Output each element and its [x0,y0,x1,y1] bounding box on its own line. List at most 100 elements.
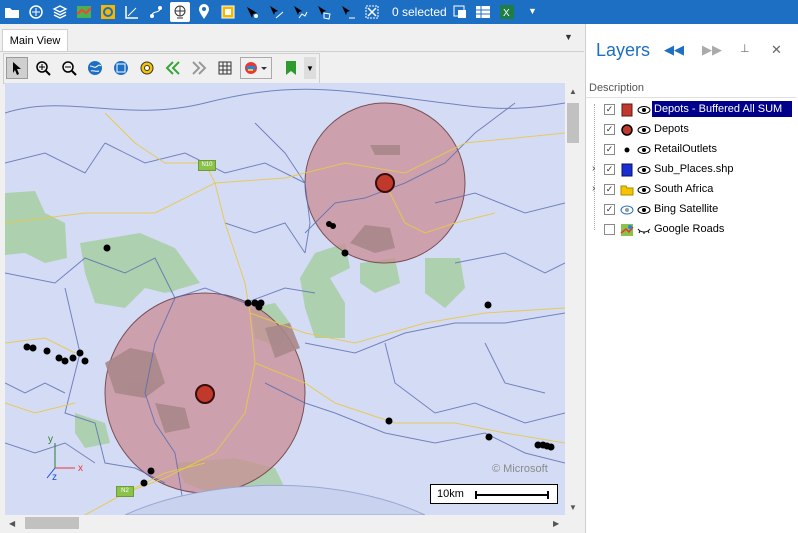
layer-row-bing-satellite[interactable]: ✓ Bing Satellite [586,200,796,220]
selected-count: 0 selected [392,5,447,19]
tab-label: Main View [9,35,61,47]
scroll-right-icon[interactable]: ▶ [553,519,559,528]
dropdown-arrow-icon[interactable]: ▼ [528,6,537,16]
select-box-icon[interactable] [218,2,238,22]
tab-divider [0,51,584,52]
layer-checkbox[interactable]: ✓ [604,144,615,155]
eye-icon[interactable] [637,203,651,217]
layer-row-sub-places[interactable]: › ✓ Sub_Places.shp [586,160,796,180]
vertical-scroll-thumb[interactable] [567,103,579,143]
column-header: Description [586,78,796,98]
globe-icon[interactable] [170,2,190,22]
scale-line [475,491,549,499]
grid-icon[interactable] [214,57,236,79]
zoom-layer-icon[interactable] [110,57,132,79]
ocean-edge [124,484,426,515]
layer-row-depots[interactable]: ✓ Depots [586,120,796,140]
folder-icon[interactable] [2,2,22,22]
layer-checkbox[interactable] [604,224,615,235]
layer-row-google-roads[interactable]: Google Roads [586,220,796,240]
horizontal-scrollbar[interactable] [5,515,565,531]
select-polyline-icon[interactable] [290,2,310,22]
eye-icon[interactable] [637,103,651,117]
more-icon[interactable]: ▼ [304,57,316,79]
scroll-up-icon[interactable]: ▲ [569,87,577,96]
tab-main-view[interactable]: Main View [2,29,68,52]
eye-icon[interactable] [637,123,651,137]
vertical-scrollbar[interactable] [565,83,582,515]
satellite-icon [620,203,634,217]
eye-icon[interactable] [637,163,651,177]
zoom-to-selection-icon[interactable] [450,2,470,22]
polygon-red-icon [620,103,634,117]
chevron-down-icon[interactable]: ▼ [564,32,573,42]
horizontal-scroll-thumb[interactable] [25,517,79,529]
svg-text:X: X [503,8,510,19]
basemap-dropdown-icon[interactable] [240,57,272,79]
clear-selection-icon[interactable] [362,2,382,22]
layer-name: South Africa [654,183,714,195]
layer-name: Bing Satellite [654,203,719,215]
pin-icon[interactable] [194,2,214,22]
layer-checkbox[interactable]: ✓ [604,184,615,195]
panel-title: Layers [596,40,651,60]
close-icon[interactable]: ✕ [771,42,782,58]
layer-row-south-africa[interactable]: › ✓ South Africa [586,180,796,200]
scroll-down-icon[interactable]: ▼ [569,503,577,512]
attribute-table-icon[interactable] [473,2,493,22]
select-line-icon[interactable] [266,2,286,22]
axis-x-label: x [78,463,83,474]
pointer-icon[interactable] [6,57,28,79]
expand-icon[interactable]: › [592,163,595,174]
expand-icon[interactable]: › [592,183,595,194]
previous-extent-icon[interactable] [162,57,184,79]
zoom-out-icon[interactable] [58,57,80,79]
select-polygon-icon[interactable] [338,2,358,22]
scroll-left-icon[interactable]: ◀ [9,519,15,528]
expand-right-icon[interactable]: ▶▶ [702,42,722,58]
full-extent-icon[interactable] [84,57,106,79]
map-toolbar: ▼ [3,53,320,84]
scale-bar: 10km [430,484,558,504]
tab-strip [0,24,584,52]
pin-icon[interactable]: ⊥ [740,42,750,55]
settings-icon[interactable] [136,57,158,79]
excel-icon[interactable]: X [497,2,517,22]
measure-icon[interactable] [122,2,142,22]
nodes-icon[interactable] [146,2,166,22]
layer-row-depots-buffered[interactable]: ✓ Depots - Buffered All SUM [586,100,796,120]
point-red-icon [620,123,634,137]
eye-icon[interactable] [637,143,651,157]
next-extent-icon[interactable] [188,57,210,79]
buffer-icon[interactable] [98,2,118,22]
road-label-n2: N2 [116,486,134,497]
layer-row-retailoutlets[interactable]: ✓ RetailOutlets [586,140,796,160]
select-point-icon[interactable] [242,2,262,22]
add-layer-icon[interactable] [26,2,46,22]
zoom-in-icon[interactable] [32,57,54,79]
map-copyright: © Microsoft [492,463,548,475]
polygon-blue-icon [620,163,634,177]
eye-icon[interactable] [637,183,651,197]
layer-checkbox[interactable]: ✓ [604,204,615,215]
buffer-circles [104,102,466,494]
layer-checkbox[interactable]: ✓ [604,124,615,135]
layer-checkbox[interactable]: ✓ [604,104,615,115]
map-canvas[interactable]: N10 N2 y x z © Microsoft [5,83,565,515]
folder-icon [620,183,634,197]
map-icon[interactable] [74,2,94,22]
top-toolbar: 0 selected X ▼ [0,0,798,24]
layer-checkbox[interactable]: ✓ [604,164,615,175]
select-area-icon[interactable] [314,2,334,22]
layer-name: Depots [654,123,689,135]
layer-name: RetailOutlets [654,143,717,155]
map-graphics [5,88,565,515]
layers-icon[interactable] [50,2,70,22]
eye-closed-icon[interactable] [637,223,651,237]
layer-name: Google Roads [654,223,725,235]
axis-z-label: z [52,472,57,483]
bookmark-icon[interactable] [280,57,302,79]
collapse-left-icon[interactable]: ◀◀ [664,42,684,58]
scale-label: 10km [437,488,464,500]
roads-icon [620,223,634,237]
